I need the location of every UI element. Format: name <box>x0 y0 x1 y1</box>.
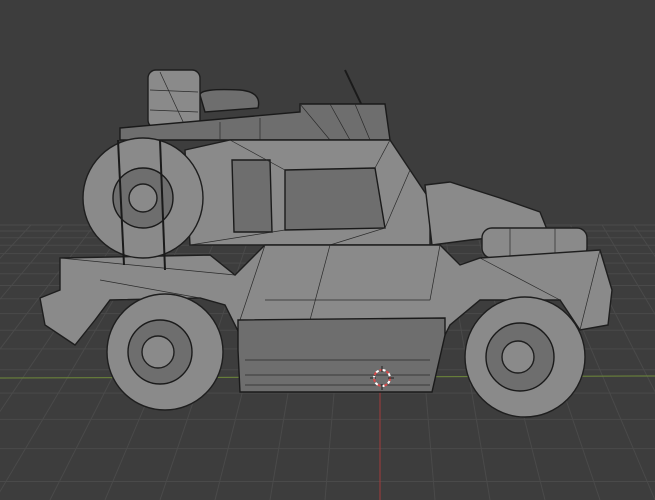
viewport-canvas[interactable] <box>0 0 655 500</box>
vehicle-mesh[interactable] <box>39 69 613 418</box>
front-wheel <box>464 296 586 418</box>
grid-line <box>601 224 655 316</box>
rear-wheel <box>106 293 224 411</box>
spare-tire <box>82 137 204 271</box>
grid-line <box>0 224 64 300</box>
grid-line <box>0 224 32 259</box>
rear-window <box>231 159 273 233</box>
side-step <box>237 317 446 393</box>
side-window <box>284 167 386 231</box>
3d-viewport[interactable] <box>0 0 655 500</box>
fuel-tank <box>147 69 201 129</box>
roof-bag <box>199 88 260 113</box>
